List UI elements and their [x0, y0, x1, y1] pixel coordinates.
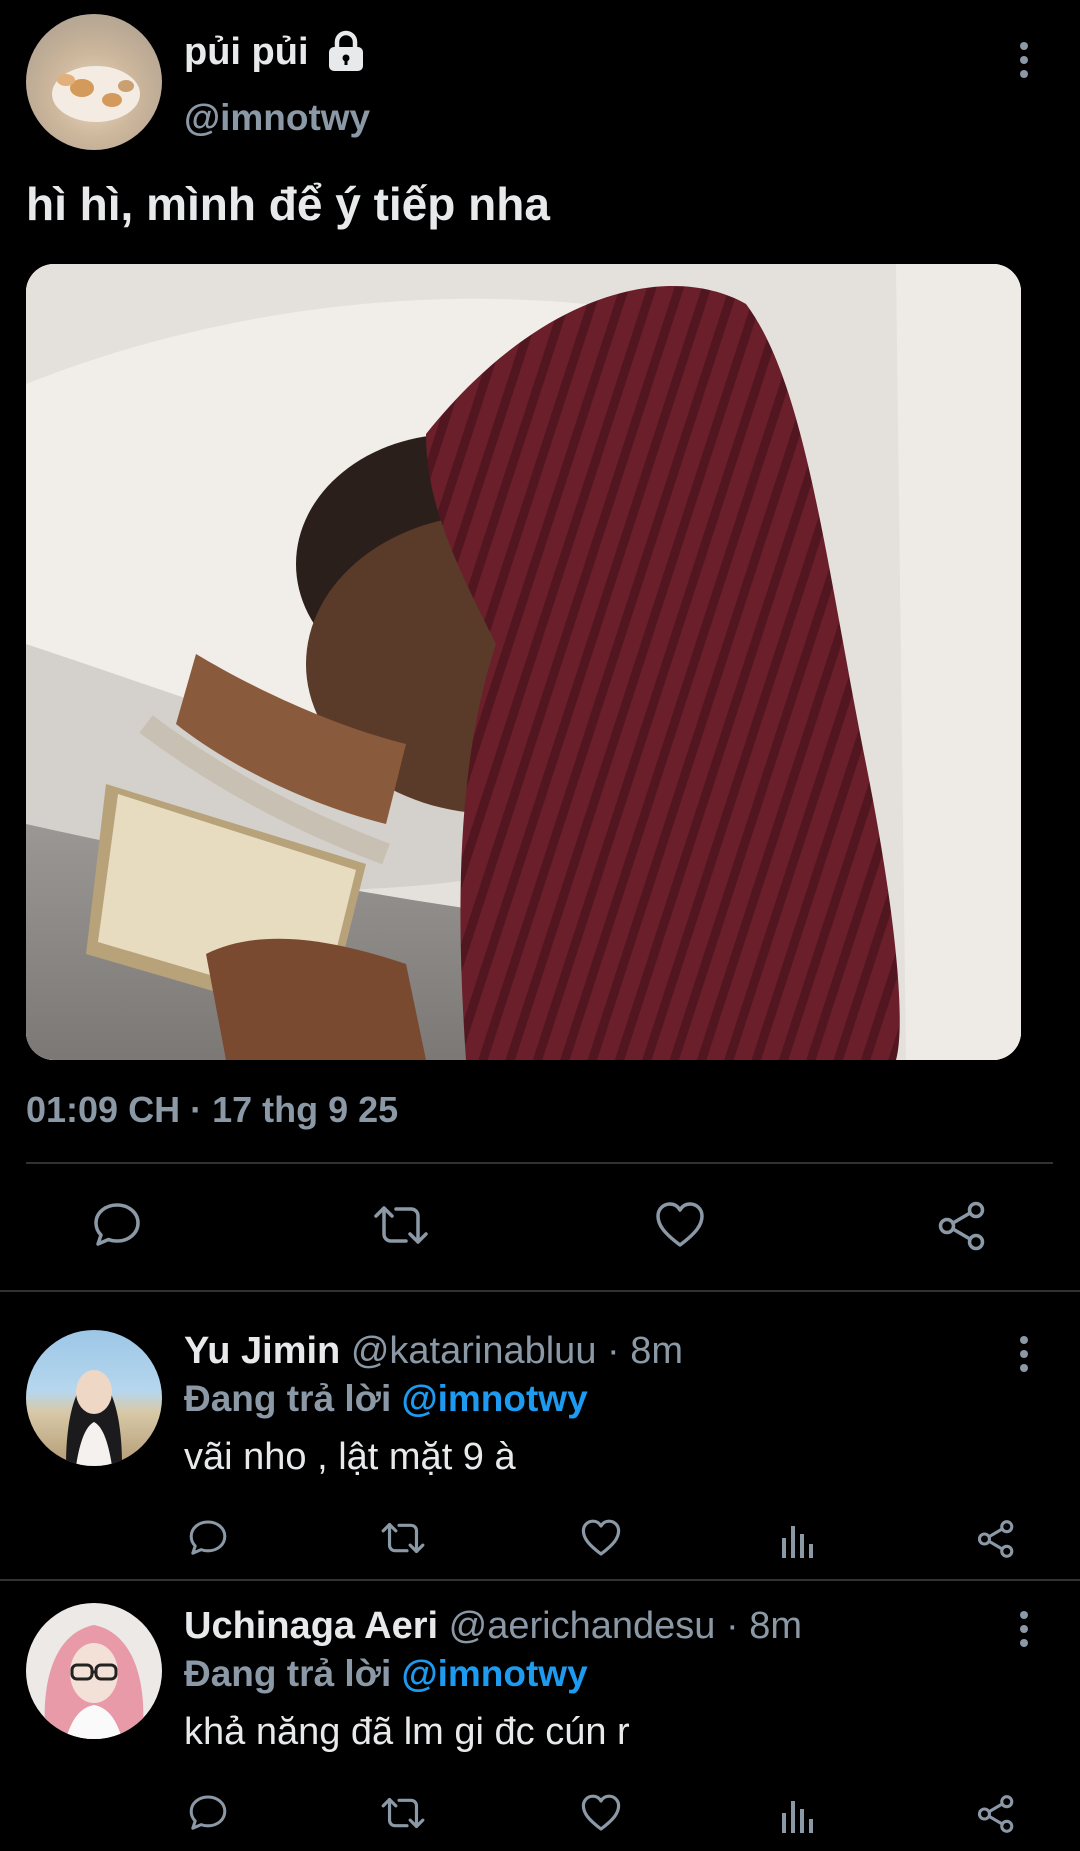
reply-display-name[interactable]: Uchinaga Aeri — [184, 1605, 438, 1647]
reply-avatar[interactable] — [26, 1603, 162, 1739]
reply-icon[interactable] — [92, 1200, 142, 1250]
tweet-timestamp: 01:09 CH · 17 thg 9 25 — [26, 1089, 399, 1130]
replying-label: Đang trả lời — [184, 1378, 392, 1419]
heart-icon[interactable] — [580, 1793, 622, 1833]
timestamp-divider — [26, 1162, 1053, 1164]
heart-icon[interactable] — [654, 1200, 706, 1250]
more-options-icon[interactable] — [1018, 1336, 1030, 1372]
retweet-icon[interactable] — [372, 1200, 430, 1250]
reply-text: vãi nho , lật mặt 9 à — [184, 1436, 516, 1478]
reply-avatar[interactable] — [26, 1330, 162, 1466]
replying-to-link[interactable]: @imnotwy — [402, 1378, 588, 1419]
replying-label: Đang trả lời — [184, 1653, 392, 1694]
author-display-name[interactable]: pủi pủi — [184, 30, 309, 74]
reply-handle[interactable]: @katarinabluu — [351, 1330, 597, 1372]
reply-display-name[interactable]: Yu Jimin — [184, 1330, 340, 1372]
author-handle[interactable]: @imnotwy — [184, 96, 370, 140]
share-icon[interactable] — [976, 1518, 1016, 1560]
share-icon[interactable] — [936, 1200, 988, 1252]
reply-time: · 8m — [725, 1605, 802, 1647]
more-options-icon[interactable] — [1018, 1611, 1030, 1647]
reply-icon[interactable] — [188, 1518, 228, 1558]
retweet-icon[interactable] — [380, 1518, 426, 1558]
reply-item[interactable]: Yu Jimin @katarinabluu · 8m Đang trả lời… — [0, 1292, 1080, 1578]
replying-to-link[interactable]: @imnotwy — [402, 1653, 588, 1694]
tweet-text: hì hì, mình để ý tiếp nha — [26, 178, 550, 230]
analytics-icon[interactable] — [780, 1520, 816, 1558]
analytics-icon[interactable] — [780, 1795, 816, 1833]
reply-handle[interactable]: @aerichandesu — [449, 1605, 716, 1647]
author-avatar[interactable] — [26, 14, 162, 150]
reply-icon[interactable] — [188, 1793, 228, 1833]
heart-icon[interactable] — [580, 1518, 622, 1558]
retweet-icon[interactable] — [380, 1793, 426, 1833]
tweet-image[interactable] — [26, 264, 1021, 1060]
lock-icon — [326, 30, 366, 72]
share-icon[interactable] — [976, 1793, 1016, 1835]
reply-time: · 8m — [607, 1330, 684, 1372]
more-options-icon[interactable] — [1018, 42, 1030, 78]
reply-item[interactable]: Uchinaga Aeri @aerichandesu · 8m Đang tr… — [0, 1581, 1080, 1851]
reply-text: khả năng đã lm gi đc cún r — [184, 1711, 630, 1753]
